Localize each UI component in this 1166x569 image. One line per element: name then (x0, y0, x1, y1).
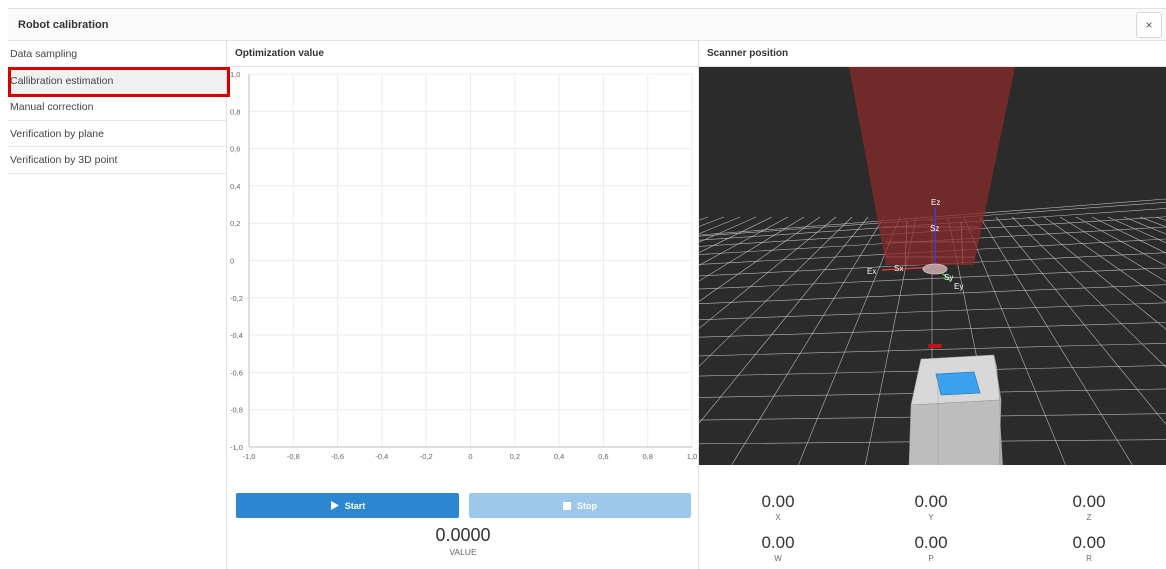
optimization-value-label: VALUE (449, 547, 477, 557)
label-ex: Ex (867, 267, 876, 276)
chart-y-tick-label: 0,4 (230, 182, 240, 191)
sidebar-item-verification-by-3d-point[interactable]: Verification by 3D point (8, 147, 226, 174)
title-bar: Robot calibration × (8, 8, 1166, 41)
close-icon: × (1145, 18, 1153, 32)
floor-grid-line (1011, 216, 1166, 368)
floor-grid-line (731, 216, 885, 465)
coord-y-label: Y (928, 513, 934, 522)
label-ey: Ey (954, 282, 963, 291)
chart-x-tick-label: -0,2 (420, 452, 433, 461)
chart-x-tick-label: -1,0 (243, 452, 256, 461)
optimization-value: 0.0000 (435, 525, 491, 545)
floor-grid-line (699, 216, 821, 302)
sidebar-item-calibration-estimation[interactable]: Callibration estimation (8, 67, 226, 94)
chart-x-tick-label: 0,4 (554, 452, 564, 461)
floor-grid-line (699, 216, 773, 253)
floor-grid-line (699, 302, 1166, 321)
coord-p: 0.00 P (871, 533, 991, 563)
coord-r: 0.00 R (1029, 533, 1149, 563)
scanner-panel: Scanner position Ez Sz Ex Sx Sy Ey 0.00 … (699, 41, 1166, 569)
chart-x-tick-label: -0,8 (287, 452, 300, 461)
chart-x-tick-label: 0,6 (598, 452, 608, 461)
chart-x-tick-label: 0 (468, 452, 472, 461)
floor-grid-line (1059, 216, 1166, 283)
scanner-header: Scanner position (699, 41, 1166, 67)
chart-x-tick-label: -0,6 (331, 452, 344, 461)
chart-y-tick-label: 1,0 (230, 70, 240, 79)
coord-p-label: P (928, 554, 934, 563)
label-sz: Sz (930, 224, 939, 233)
close-button[interactable]: × (1136, 12, 1162, 38)
chart-x-tick-label: 0,8 (642, 452, 652, 461)
floor-grid-line (699, 322, 1166, 338)
floor-grid-line (699, 284, 1166, 305)
coord-z-value: 0.00 (1072, 492, 1106, 511)
stop-icon (563, 501, 571, 510)
label-sy: Sy (944, 273, 953, 282)
coord-x-value: 0.00 (761, 492, 795, 511)
robot-calibration-window: Robot calibration × Data sampling Callib… (0, 0, 1166, 569)
coord-z: 0.00 Z (1029, 492, 1149, 522)
floor-grid-line (1091, 216, 1166, 254)
coord-w: 0.00 W (718, 533, 838, 563)
chart-y-tick-label: 0,6 (230, 145, 240, 154)
floor-grid-line (699, 216, 869, 424)
label-ez: Ez (931, 198, 940, 207)
chart-y-tick-label: 0,8 (230, 107, 240, 116)
floor-grid-line (699, 216, 853, 367)
optimization-panel: Optimization value -1,0 -0,8 -0,6 -0,4 -0,2 0… (227, 41, 699, 569)
coord-x: 0.00 X (718, 492, 838, 522)
chart-y-tick-label: -1,0 (230, 443, 243, 452)
chart-y-tick-label: -0,6 (230, 368, 243, 377)
start-label: Start (344, 500, 366, 511)
sidebar-item-manual-correction[interactable]: Manual correction (8, 94, 226, 121)
scanner-device (908, 344, 1003, 465)
chart-y-tick-label: -0,4 (230, 331, 243, 340)
scanner-3d-view[interactable]: Ez Sz Ex Sx Sy Ey (699, 67, 1166, 465)
chart-x-tick-label: 0,2 (510, 452, 520, 461)
coord-w-label: W (774, 554, 782, 563)
sidebar-item-verification-by-plane[interactable]: Verification by plane (8, 121, 226, 147)
coord-z-label: Z (1086, 513, 1092, 522)
chart-y-tick-label: -0,8 (230, 406, 243, 415)
coord-y-value: 0.00 (914, 492, 948, 511)
floor-grid-line (1043, 216, 1166, 303)
chart-y-tick-label: 0,2 (230, 219, 240, 228)
coord-y: 0.00 Y (871, 492, 991, 522)
start-button[interactable]: Start (236, 493, 459, 518)
window-title: Robot calibration (18, 19, 109, 31)
coord-w-value: 0.00 (761, 533, 795, 552)
optimization-chart: -1,0 -0,8 -0,6 -0,4 -0,2 0 0,2 0,4 0,6 0,8 1,0 1,0 0… (230, 70, 697, 461)
scene-svg: Ez Sz Ex Sx Sy Ey (699, 67, 1166, 465)
chart-x-tick-label: 1,0 (687, 452, 697, 461)
floor-grid-line (1155, 216, 1166, 221)
floor-grid-line (699, 216, 805, 282)
coord-r-label: R (1086, 554, 1092, 563)
sidebar-item-data-sampling[interactable]: Data sampling (8, 41, 226, 68)
chart-x-tick-label: -0,4 (375, 452, 388, 461)
coord-x-label: X (775, 513, 781, 522)
chart-y-tick-label: 0 (230, 257, 234, 266)
chart-y-tick-label: -0,2 (230, 294, 243, 303)
play-icon (330, 501, 339, 510)
coord-r-value: 0.00 (1072, 533, 1106, 552)
stop-label: Stop (577, 500, 597, 511)
sidebar: Data sampling Callibration estimation Ma… (8, 41, 227, 569)
coord-p-value: 0.00 (914, 533, 948, 552)
label-sx: Sx (894, 264, 903, 273)
optimization-header: Optimization value (227, 41, 698, 67)
floor-grid-line (1139, 216, 1166, 228)
stop-button[interactable]: Stop (469, 493, 691, 518)
